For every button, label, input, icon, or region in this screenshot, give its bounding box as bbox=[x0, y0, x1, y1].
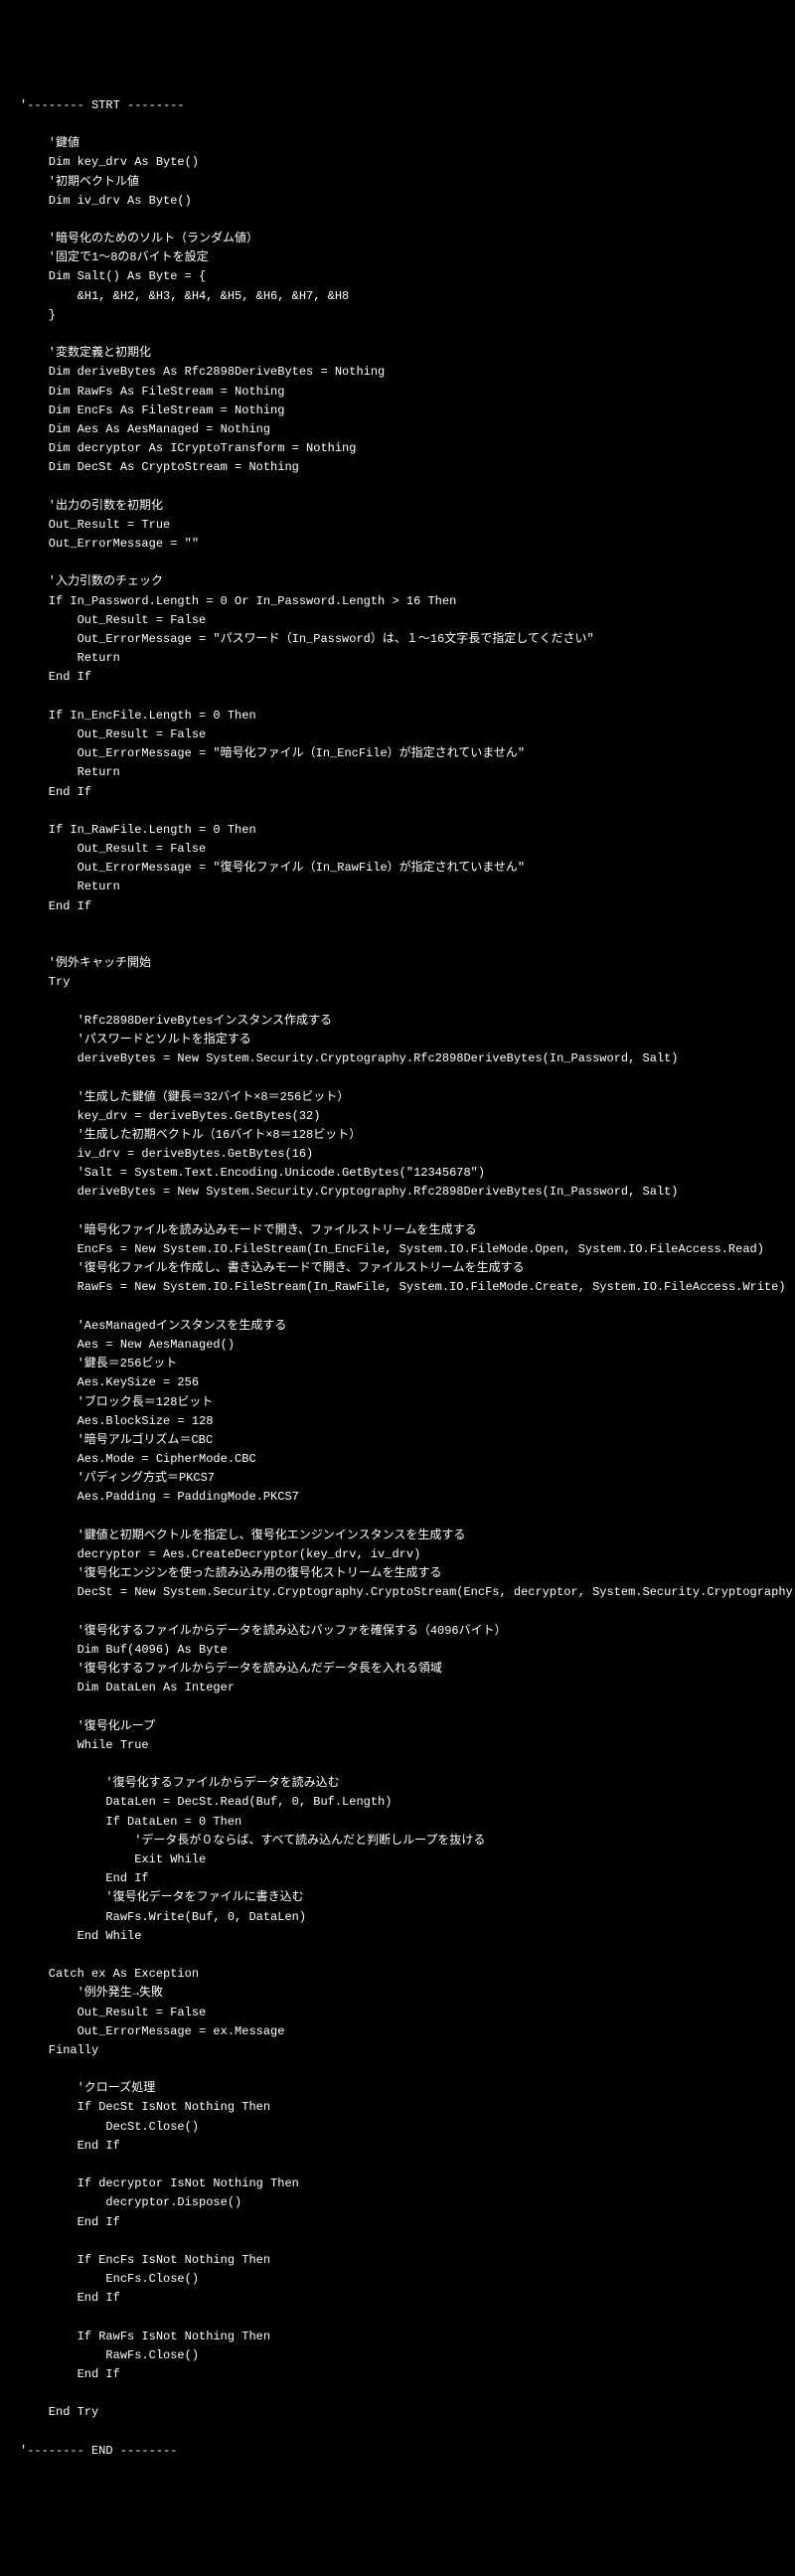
code-content: '-------- STRT -------- '鍵値 Dim key_drv … bbox=[20, 96, 775, 2461]
